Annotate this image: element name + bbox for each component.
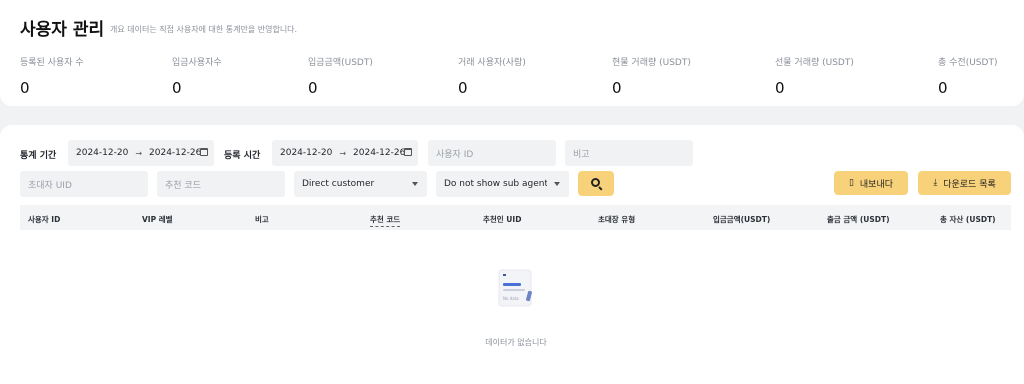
stat-period-label: 통계 기간 — [20, 151, 57, 161]
stat-deposit-users: 입금사용자수 0 — [172, 55, 222, 97]
chevron-down-icon — [554, 182, 560, 186]
stat-label: 총 수전(USDT) — [938, 58, 998, 68]
column-header-referral-code[interactable]: 추천 코드 — [370, 214, 401, 227]
calendar-icon — [404, 148, 412, 156]
stat-value: 0 — [172, 79, 182, 97]
stat-value: 0 — [20, 79, 30, 97]
reg-time-label: 등록 시간 — [224, 151, 261, 161]
inviter-uid-input[interactable]: 초대자 UID — [20, 171, 148, 197]
stat-period-range-picker[interactable]: 2024-12-20 → 2024-12-26 — [68, 140, 214, 166]
inviter-uid-placeholder: 초대자 UID — [28, 180, 72, 191]
user-id-input[interactable]: 사용자 ID — [428, 140, 556, 166]
stat-label: 현물 거래량 (USDT) — [612, 58, 691, 68]
column-header-note[interactable]: 비고 — [255, 214, 269, 225]
stat-label: 등록된 사용자 수 — [20, 58, 84, 68]
table-header: 사용자 ID VIP 레벨 비고 추천 코드 추천인 UID 초대장 유형 입금… — [20, 205, 1011, 230]
page-description: 개요 데이터는 직접 사용자에 대한 통계만을 반영합니다. — [110, 25, 298, 34]
reg-time-start: 2024-12-20 — [280, 148, 333, 158]
export-file-icon: ▯ — [848, 178, 854, 188]
range-arrow-icon: → — [135, 148, 143, 158]
empty-illustration-text: No data — [503, 296, 519, 301]
download-icon: ⤓ — [933, 178, 938, 188]
stat-period-start: 2024-12-20 — [76, 148, 129, 158]
empty-data-icon: No data — [498, 269, 532, 307]
summary-card: 사용자 관리 개요 데이터는 직접 사용자에 대한 통계만을 반영합니다. 등록… — [0, 0, 1024, 106]
stat-label: 거래 사용자(사람) — [458, 58, 526, 68]
sub-agent-select[interactable]: Do not show sub agent in — [436, 171, 569, 197]
calendar-icon — [200, 148, 208, 156]
stat-spot-volume: 현물 거래량 (USDT) 0 — [612, 55, 691, 97]
column-header-user-id[interactable]: 사용자 ID — [28, 214, 60, 225]
column-header-total-assets[interactable]: 총 자산 (USDT) — [940, 214, 996, 225]
sub-agent-value: Do not show sub agent in — [444, 179, 547, 189]
reg-time-range-picker[interactable]: 2024-12-20 → 2024-12-26 — [272, 140, 418, 166]
referral-code-input[interactable]: 추천 코드 — [157, 171, 285, 197]
column-header-referrer-uid[interactable]: 추천인 UID — [483, 214, 521, 225]
download-list-button[interactable]: ⤓ 다운로드 목록 — [918, 171, 1011, 195]
stat-value: 0 — [458, 79, 468, 97]
user-id-placeholder: 사용자 ID — [436, 149, 474, 160]
page-title: 사용자 관리 — [20, 20, 105, 40]
stat-futures-volume: 선물 거래량 (USDT) 0 — [775, 55, 854, 97]
note-input[interactable]: 비고 — [565, 140, 693, 166]
column-header-withdrawal-amount[interactable]: 출금 금액 (USDT) — [827, 214, 890, 225]
stat-period-end: 2024-12-26 — [149, 148, 202, 158]
stat-label: 입금사용자수 — [172, 58, 222, 68]
empty-state-message: 데이터가 없습니다 — [485, 338, 547, 347]
stat-label: 입금금액(USDT) — [308, 58, 373, 68]
export-label: 내보내다 — [859, 179, 894, 190]
search-button[interactable] — [578, 171, 614, 196]
stat-value: 0 — [612, 79, 622, 97]
stat-registered-users: 등록된 사용자 수 0 — [20, 55, 84, 97]
customer-type-value: Direct customer — [302, 179, 375, 189]
reg-time-end: 2024-12-26 — [353, 148, 406, 158]
column-header-invite-type[interactable]: 초대장 유형 — [598, 214, 635, 225]
stat-value: 0 — [308, 79, 318, 97]
column-header-vip-level[interactable]: VIP 레벨 — [142, 214, 173, 225]
search-icon — [590, 178, 603, 191]
column-header-deposit-amount[interactable]: 입금금액(USDT) — [713, 214, 770, 225]
referral-code-placeholder: 추천 코드 — [165, 180, 201, 191]
stat-trading-users: 거래 사용자(사람) 0 — [458, 55, 526, 97]
stat-value: 0 — [775, 79, 785, 97]
stat-value: 0 — [938, 79, 948, 97]
stat-label: 선물 거래량 (USDT) — [775, 58, 854, 68]
range-arrow-icon: → — [339, 148, 347, 158]
stat-deposit-amount: 입금금액(USDT) 0 — [308, 55, 373, 97]
stat-total-fee: 총 수전(USDT) 0 — [938, 55, 997, 97]
customer-type-select[interactable]: Direct customer — [294, 171, 427, 197]
chevron-down-icon — [412, 182, 418, 186]
note-placeholder: 비고 — [573, 149, 590, 160]
download-list-label: 다운로드 목록 — [943, 179, 996, 190]
export-button[interactable]: ▯ 내보내다 — [834, 171, 908, 195]
